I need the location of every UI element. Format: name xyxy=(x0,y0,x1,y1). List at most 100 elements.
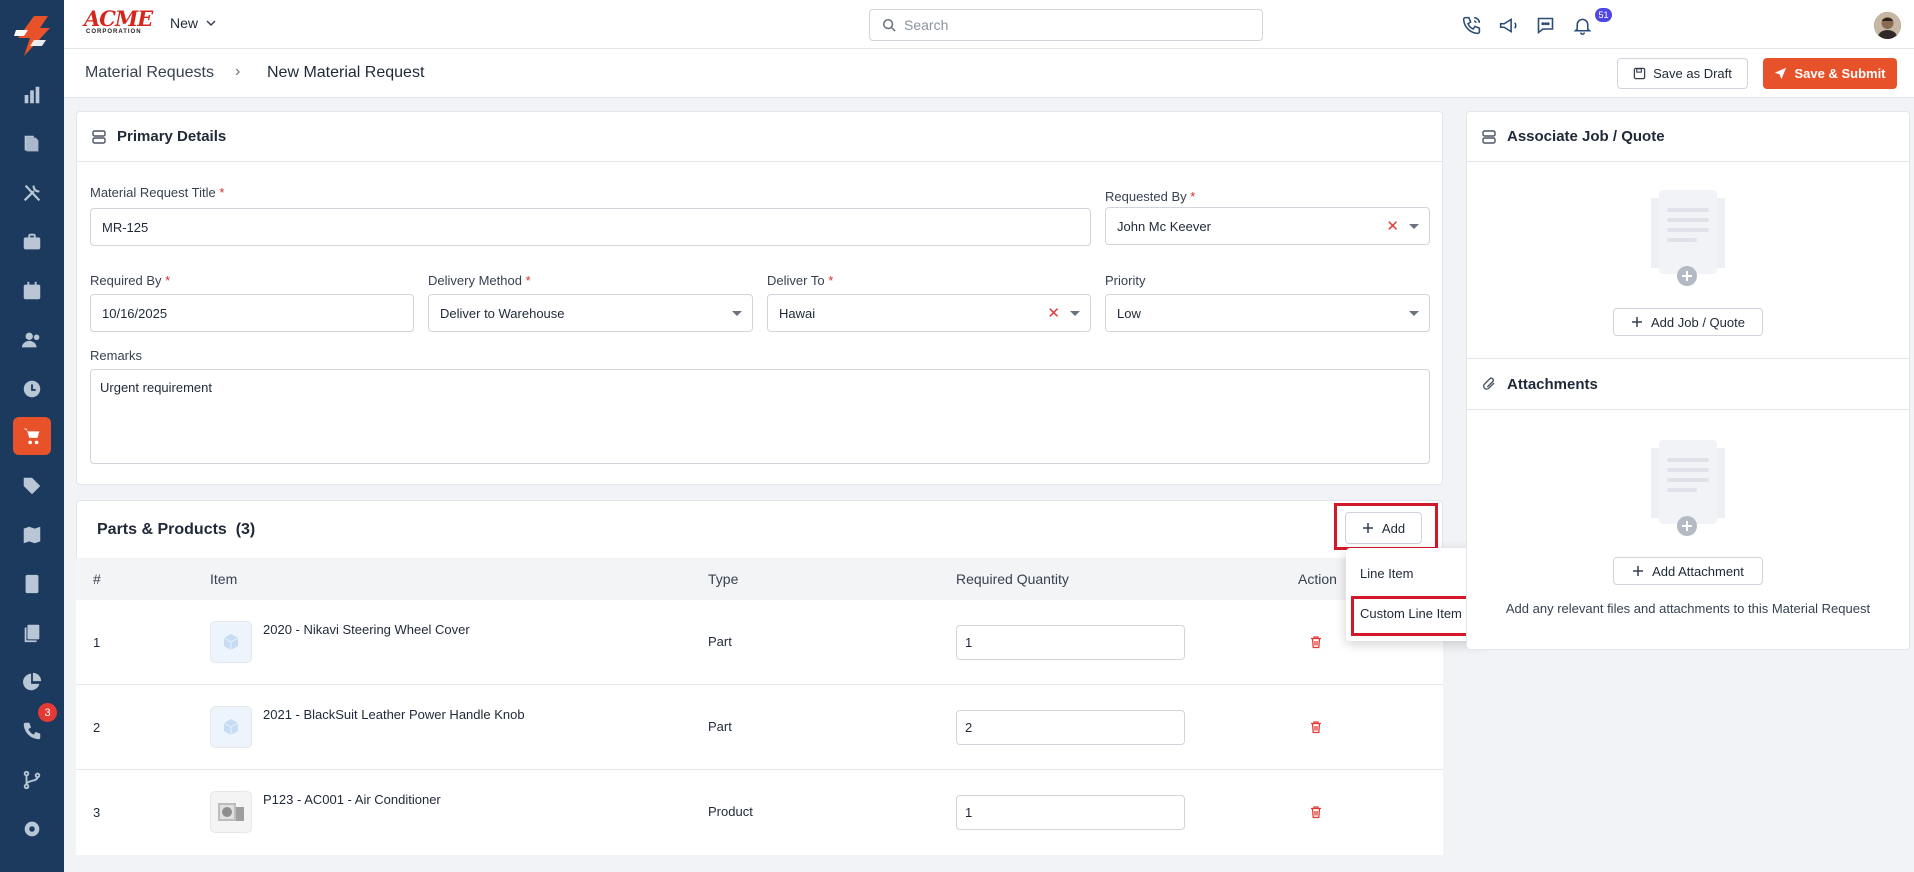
quantity-input[interactable]: 1 xyxy=(956,795,1185,830)
table-header: # Item Type Required Quantity Action xyxy=(76,558,1443,600)
required-by-label: Required By * xyxy=(90,273,171,288)
customers-icon[interactable] xyxy=(16,324,48,356)
attachments-hint: Add any relevant files and attachments t… xyxy=(1505,601,1871,616)
primary-details-header: Primary Details xyxy=(77,112,1442,162)
topbar: ACME CORPORATION New 51 xyxy=(64,0,1914,49)
priority-label: Priority xyxy=(1105,273,1146,288)
item-image xyxy=(210,621,252,663)
search-icon xyxy=(882,18,896,32)
search-box[interactable] xyxy=(869,9,1263,41)
calculator-icon[interactable] xyxy=(16,568,48,600)
settings-icon[interactable] xyxy=(16,813,48,845)
requested-by-label: Requested By * xyxy=(1105,189,1196,204)
chat-icon[interactable] xyxy=(1532,12,1558,38)
table-row[interactable]: 3 P123 - AC001 - Air Conditioner Product… xyxy=(76,770,1443,855)
table-row[interactable]: 2 2021 - BlackSuit Leather Power Handle … xyxy=(76,685,1443,770)
cart-icon[interactable] xyxy=(13,417,51,455)
search-input[interactable] xyxy=(904,17,1224,33)
column-header: Action xyxy=(1298,571,1337,587)
files-icon[interactable] xyxy=(16,617,48,649)
add-job-quote-button[interactable]: Add Job / Quote xyxy=(1613,308,1763,336)
item-type: Part xyxy=(708,634,732,649)
priority-select[interactable]: Low xyxy=(1105,294,1430,332)
save-icon xyxy=(1633,67,1646,80)
megaphone-icon[interactable] xyxy=(1495,12,1521,38)
delete-icon[interactable] xyxy=(1309,720,1323,734)
add-attachment-label: Add Attachment xyxy=(1652,563,1744,579)
add-attachment-button[interactable]: Add Attachment xyxy=(1613,557,1763,585)
plus-icon xyxy=(1633,566,1644,576)
attachments-header: Attachments xyxy=(1467,358,1909,410)
air-conditioner-image xyxy=(218,803,244,821)
delete-icon[interactable] xyxy=(1309,805,1323,819)
breadcrumb-parent[interactable]: Material Requests xyxy=(85,64,214,82)
title-label: Material Request Title * xyxy=(90,185,225,200)
save-draft-button[interactable]: Save as Draft xyxy=(1617,58,1748,89)
item-name[interactable]: P123 - AC001 - Air Conditioner xyxy=(263,792,441,807)
briefcase-icon[interactable] xyxy=(16,226,48,258)
required-by-field[interactable]: 10/16/2025 xyxy=(90,294,414,332)
custom-line-item-highlight xyxy=(1351,596,1477,636)
notification-badge: 51 xyxy=(1595,8,1612,22)
company-logo[interactable]: ACME CORPORATION xyxy=(84,8,154,39)
deliver-to-select[interactable]: Hawai ✕ xyxy=(767,294,1091,332)
requested-by-select[interactable]: John Mc Keever ✕ xyxy=(1105,207,1430,245)
avatar[interactable] xyxy=(1874,12,1901,39)
menu-item-line-item[interactable]: Line Item xyxy=(1360,566,1413,581)
breadcrumb-current: New Material Request xyxy=(267,64,425,81)
dropdown-caret-icon xyxy=(1070,311,1080,316)
clock-icon[interactable] xyxy=(16,373,48,405)
column-header: Type xyxy=(708,571,739,587)
calendar-icon[interactable] xyxy=(16,275,48,307)
dropdown-caret-icon xyxy=(1409,311,1419,316)
title-value: MR-125 xyxy=(102,219,149,235)
bell-icon[interactable] xyxy=(1569,12,1595,38)
cube-icon xyxy=(223,719,239,735)
delete-icon[interactable] xyxy=(1309,635,1323,649)
required-by-value: 10/16/2025 xyxy=(102,305,168,321)
remarks-textarea[interactable]: Urgent requirement xyxy=(90,369,1430,464)
workflow-icon[interactable] xyxy=(16,764,48,796)
row-number: 3 xyxy=(93,805,101,820)
dropdown-caret-icon xyxy=(732,311,742,316)
item-type: Product xyxy=(708,804,753,819)
delivery-method-select[interactable]: Deliver to Warehouse xyxy=(428,294,753,332)
documents-icon[interactable] xyxy=(16,128,48,160)
title-field[interactable]: MR-125 xyxy=(90,208,1091,246)
associate-header: Associate Job / Quote xyxy=(1467,112,1909,162)
phone-icon[interactable] xyxy=(1458,12,1484,38)
clear-icon[interactable]: ✕ xyxy=(1047,304,1060,322)
tools-icon[interactable] xyxy=(16,177,48,209)
dropdown-caret-icon xyxy=(1409,224,1419,229)
save-draft-label: Save as Draft xyxy=(1653,66,1732,81)
layers-icon xyxy=(1482,129,1496,144)
quantity-input[interactable]: 1 xyxy=(956,625,1185,660)
remarks-label: Remarks xyxy=(90,348,143,363)
tag-icon[interactable] xyxy=(16,470,48,502)
delivery-method-value: Deliver to Warehouse xyxy=(440,305,565,321)
dashboard-icon[interactable] xyxy=(16,79,48,111)
breadcrumb-separator-icon: › xyxy=(235,63,241,80)
save-submit-label: Save & Submit xyxy=(1794,66,1886,81)
item-image xyxy=(210,706,252,748)
remarks-value: Urgent requirement xyxy=(100,380,212,395)
parts-title: Parts & Products (3) xyxy=(97,521,256,538)
layers-icon xyxy=(92,129,106,144)
reports-icon[interactable] xyxy=(16,666,48,698)
app-logo[interactable] xyxy=(12,14,52,58)
quantity-input[interactable]: 2 xyxy=(956,710,1185,745)
paperclip-icon xyxy=(1483,377,1495,390)
save-submit-button[interactable]: Save & Submit xyxy=(1763,58,1897,89)
add-job-quote-label: Add Job / Quote xyxy=(1651,314,1745,330)
item-type: Part xyxy=(708,719,732,734)
map-icon[interactable] xyxy=(16,519,48,551)
item-name[interactable]: 2020 - Nikavi Steering Wheel Cover xyxy=(263,622,470,637)
primary-details-title: Primary Details xyxy=(117,128,227,145)
calls-badge: 3 xyxy=(38,703,57,722)
deliver-to-value: Hawai xyxy=(779,305,816,321)
table-row[interactable]: 1 2020 - Nikavi Steering Wheel Cover Par… xyxy=(76,600,1443,685)
item-name[interactable]: 2021 - BlackSuit Leather Power Handle Kn… xyxy=(263,707,525,722)
new-menu[interactable]: New xyxy=(170,15,216,31)
clear-icon[interactable]: ✕ xyxy=(1386,217,1399,235)
priority-value: Low xyxy=(1117,305,1141,321)
